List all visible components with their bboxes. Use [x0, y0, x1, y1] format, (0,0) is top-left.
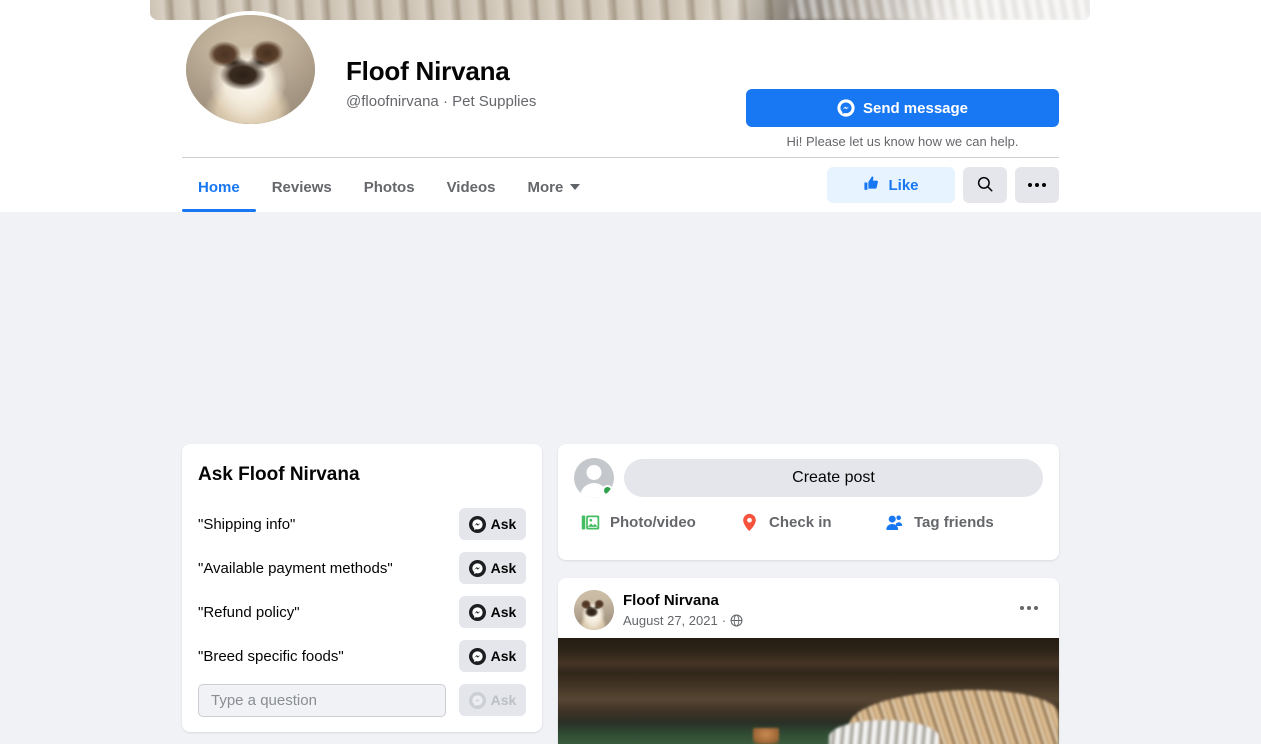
header-divider: [182, 157, 1059, 158]
ask-submit-label: Ask: [490, 692, 517, 708]
ask-input-row: Ask: [198, 678, 526, 722]
nav-actions: Like: [827, 167, 1059, 203]
send-message-note: Hi! Please let us know how we can help.: [786, 134, 1019, 149]
page-title: Floof Nirvana: [346, 56, 510, 86]
ask-button[interactable]: Ask: [459, 596, 526, 628]
check-in-button[interactable]: Check in: [739, 512, 884, 533]
ask-row: "Available payment methods" Ask: [198, 546, 526, 590]
avatar-head: [586, 465, 602, 480]
ask-row: "Shipping info" Ask: [198, 502, 526, 546]
profile-avatar-vignette: [186, 15, 315, 124]
tab-photos[interactable]: Photos: [348, 162, 431, 212]
messenger-icon: [468, 603, 486, 621]
location-pin-icon: [739, 512, 760, 533]
ask-question-label: "Available payment methods": [198, 559, 393, 577]
ask-row: "Breed specific foods" Ask: [198, 634, 526, 678]
ask-button[interactable]: Ask: [459, 552, 526, 584]
ask-question-label: "Breed specific foods": [198, 647, 344, 665]
post-date-separator: ·: [721, 613, 727, 628]
send-message-button[interactable]: Send message: [746, 89, 1059, 127]
post-image[interactable]: [558, 638, 1059, 744]
feed-post-card: Floof Nirvana August 27, 2021 ·: [558, 578, 1059, 744]
profile-title-block: Floof Nirvana @floofnirvana · Pet Suppli…: [346, 55, 536, 112]
like-button[interactable]: Like: [827, 167, 955, 203]
send-message-label: Send message: [862, 99, 969, 117]
ask-question-label: "Refund policy": [198, 603, 300, 621]
more-options-button[interactable]: [1015, 167, 1059, 203]
messenger-icon: [837, 99, 855, 117]
nav-tab-list: Home Reviews Photos Videos More: [182, 162, 596, 212]
create-post-card: Create post Photo/video Check in Tag fri…: [558, 444, 1059, 560]
ask-button-label: Ask: [490, 516, 517, 532]
ellipsis-icon: [1028, 183, 1046, 187]
messenger-icon: [468, 691, 486, 709]
post-author-name[interactable]: Floof Nirvana: [623, 591, 743, 610]
post-author-avatar-image: [574, 590, 614, 630]
ellipsis-icon: [1020, 606, 1038, 610]
ask-button-label: Ask: [490, 560, 517, 576]
ask-question-input[interactable]: [198, 683, 446, 717]
check-in-label: Check in: [769, 514, 832, 531]
tab-videos-label: Videos: [446, 178, 496, 196]
photo-video-label: Photo/video: [610, 514, 696, 531]
tab-home[interactable]: Home: [182, 162, 256, 212]
messenger-icon: [468, 559, 486, 577]
profile-nav: Home Reviews Photos Videos More Like: [182, 162, 1059, 212]
tab-reviews-label: Reviews: [271, 178, 332, 196]
create-post-input[interactable]: Create post: [624, 459, 1043, 497]
photo-video-icon: [580, 512, 601, 533]
ask-card-title: Ask Floof Nirvana: [198, 464, 360, 485]
tab-more[interactable]: More: [512, 162, 597, 212]
tag-friends-button[interactable]: Tag friends: [884, 512, 1043, 533]
post-image-nose-detail: [753, 728, 779, 744]
profile-subtitle: @floofnirvana · Pet Supplies: [346, 93, 537, 110]
tab-videos[interactable]: Videos: [431, 162, 512, 212]
search-button[interactable]: [963, 167, 1007, 203]
search-icon: [976, 175, 994, 196]
tab-more-label: More: [527, 178, 564, 196]
ask-button-label: Ask: [490, 604, 517, 620]
tag-friends-icon: [884, 512, 905, 533]
ask-row: "Refund policy" Ask: [198, 590, 526, 634]
tab-reviews[interactable]: Reviews: [256, 162, 348, 212]
messenger-icon: [468, 515, 486, 533]
online-status-dot: [602, 485, 613, 496]
create-post-top-row: Create post: [574, 458, 1043, 498]
page-body: Ask Floof Nirvana "Shipping info" Ask "A…: [0, 212, 1261, 744]
profile-header: Floof Nirvana @floofnirvana · Pet Suppli…: [0, 0, 1261, 212]
tab-photos-label: Photos: [363, 178, 415, 196]
thumbs-up-icon: [863, 175, 880, 196]
photo-video-button[interactable]: Photo/video: [580, 512, 739, 533]
globe-icon: [730, 614, 743, 627]
post-header: Floof Nirvana August 27, 2021 ·: [558, 578, 1059, 638]
ask-page-card: Ask Floof Nirvana "Shipping info" Ask "A…: [182, 444, 542, 732]
ask-button[interactable]: Ask: [459, 640, 526, 672]
profile-avatar[interactable]: [182, 11, 319, 128]
chevron-down-icon: [570, 184, 581, 190]
post-author-avatar[interactable]: [574, 590, 614, 630]
like-button-label: Like: [888, 176, 919, 194]
create-post-actions: Photo/video Check in Tag friends: [574, 512, 1043, 533]
ask-submit-button-disabled: Ask: [459, 684, 526, 716]
cover-photo-fur-detail: [790, 0, 1090, 20]
tag-friends-label: Tag friends: [914, 514, 994, 531]
post-date-label: August 27, 2021: [623, 613, 718, 628]
messenger-icon: [468, 647, 486, 665]
user-avatar[interactable]: [574, 458, 614, 498]
ask-button[interactable]: Ask: [459, 508, 526, 540]
post-options-button[interactable]: [1013, 592, 1045, 624]
tab-home-label: Home: [198, 178, 240, 196]
ask-button-label: Ask: [490, 648, 517, 664]
post-date-row: August 27, 2021 ·: [623, 612, 743, 629]
post-meta: Floof Nirvana August 27, 2021 ·: [623, 590, 743, 629]
ask-question-label: "Shipping info": [198, 515, 296, 533]
